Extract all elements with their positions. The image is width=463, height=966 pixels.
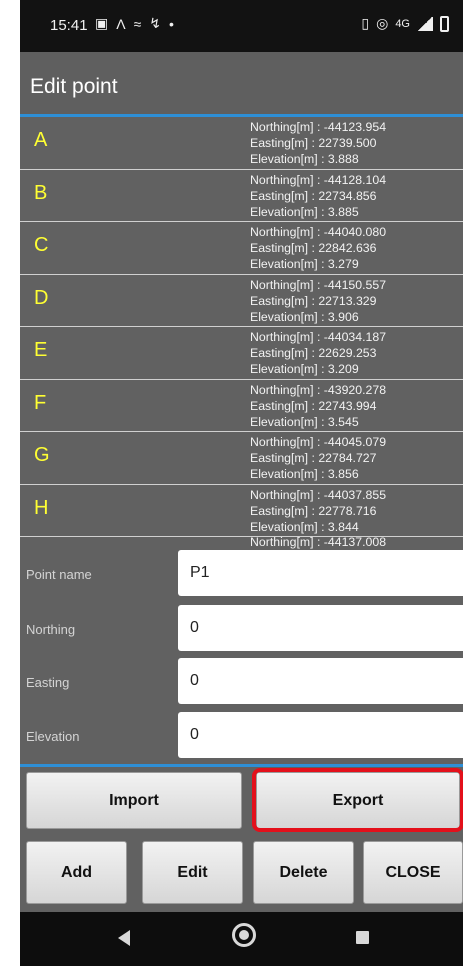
northing-text: Northing[m] : -44123.954 xyxy=(250,120,387,134)
point-row-f[interactable]: F Northing[m] : -43920.278 Easting[m] : … xyxy=(20,380,463,432)
easting-text: Easting[m] : 22743.994 xyxy=(250,398,377,413)
easting-row: Easting xyxy=(20,658,463,706)
status-time: 15:41 xyxy=(50,17,88,34)
point-row-g[interactable]: G Northing[m] : -44045.079 Easting[m] : … xyxy=(20,432,463,485)
point-coordinates: Northing[m] : -44128.104 Easting[m] : 22… xyxy=(250,172,386,221)
northing-text: Northing[m] : -44128.104 xyxy=(250,172,387,187)
elevation-text: Elevation[m] : 3.856 xyxy=(250,467,359,482)
point-row-b[interactable]: B Northing[m] : -44128.104 Easting[m] : … xyxy=(20,170,463,222)
hotspot-icon: ◎ xyxy=(376,15,389,31)
add-button[interactable]: Add xyxy=(26,841,127,904)
cell-signal-icon xyxy=(417,16,433,31)
northing-label: Northing xyxy=(26,622,76,637)
system-icons: ▯ ◎ 4G xyxy=(361,15,449,32)
northing-text: Northing[m] : -44037.855 xyxy=(250,487,387,502)
point-name: B xyxy=(34,181,48,204)
notification-icons: ▣ Λ ≈ ↯ • xyxy=(95,15,174,32)
northing-text: Northing[m] : -44040.080 xyxy=(250,225,387,239)
point-row-e[interactable]: E Northing[m] : -44034.187 Easting[m] : … xyxy=(20,327,463,380)
dot-icon: • xyxy=(169,15,174,32)
northing-text: Northing[m] : -44137.008 xyxy=(250,535,387,549)
edit-button[interactable]: Edit xyxy=(142,841,243,904)
elevation-text: Elevation[m] : 3.888 xyxy=(250,152,359,167)
point-name-input[interactable] xyxy=(178,550,463,596)
home-icon[interactable] xyxy=(232,923,256,947)
battery-icon xyxy=(440,15,449,32)
point-row-partial[interactable]: Northing[m] : -44137.008 xyxy=(20,535,463,550)
point-name-label: Point name xyxy=(26,567,92,582)
point-coordinates: Northing[m] : -44123.954 Easting[m] : 22… xyxy=(250,119,386,168)
status-bar: 15:41 ▣ Λ ≈ ↯ • ▯ ◎ 4G xyxy=(20,0,463,52)
point-coordinates: Northing[m] : -44034.187 Easting[m] : 22… xyxy=(250,329,386,378)
easting-text: Easting[m] : 22629.253 xyxy=(250,346,377,361)
import-button[interactable]: Import xyxy=(26,772,242,829)
point-coordinates: Northing[m] : -44045.079 Easting[m] : 22… xyxy=(250,434,386,483)
point-name: F xyxy=(34,391,47,414)
elevation-text: Elevation[m] : 3.279 xyxy=(250,257,359,272)
edit-point-dialog: Edit point A Northing[m] : -44123.954 Ea… xyxy=(20,52,463,912)
point-row-d[interactable]: D Northing[m] : -44150.557 Easting[m] : … xyxy=(20,275,463,327)
elevation-text: Elevation[m] : 3.885 xyxy=(250,204,359,219)
point-row-h[interactable]: H Northing[m] : -44037.855 Easting[m] : … xyxy=(20,485,463,537)
point-name: G xyxy=(34,444,50,466)
network-label: 4G xyxy=(395,17,410,30)
easting-text: Easting[m] : 22713.329 xyxy=(250,293,377,308)
point-name: C xyxy=(34,234,49,256)
northing-text: Northing[m] : -44045.079 xyxy=(250,435,387,449)
northing-row: Northing xyxy=(20,605,463,653)
northing-text: Northing[m] : -43920.278 xyxy=(250,382,387,397)
easting-input[interactable] xyxy=(178,658,463,704)
back-icon[interactable] xyxy=(118,930,130,946)
point-coordinates: Northing[m] : -44150.557 Easting[m] : 22… xyxy=(250,277,386,326)
point-coordinates: Northing[m] : -44037.855 Easting[m] : 22… xyxy=(250,487,386,536)
point-coordinates: Northing[m] : -43920.278 Easting[m] : 22… xyxy=(250,382,386,431)
easting-text: Easting[m] : 22734.856 xyxy=(250,188,377,203)
point-form: Point name Northing Easting Elevation xyxy=(20,550,463,765)
northing-text: Northing[m] : -44034.187 xyxy=(250,330,387,344)
point-row-c[interactable]: C Northing[m] : -44040.080 Easting[m] : … xyxy=(20,222,463,275)
recents-icon[interactable] xyxy=(356,931,369,944)
easting-text: Easting[m] : 22842.636 xyxy=(250,241,377,256)
easting-text: Easting[m] : 22784.727 xyxy=(250,451,377,466)
elevation-text: Elevation[m] : 3.545 xyxy=(250,414,359,429)
buttons-divider xyxy=(20,764,463,767)
dialog-title: Edit point xyxy=(20,52,463,114)
point-name: E xyxy=(34,339,48,361)
vibrate-icon: ▯ xyxy=(361,15,370,31)
easting-text: Easting[m] : 22778.716 xyxy=(250,503,377,518)
elevation-text: Elevation[m] : 3.209 xyxy=(250,362,359,377)
delete-button[interactable]: Delete xyxy=(253,841,354,904)
phone-screen: 15:41 ▣ Λ ≈ ↯ • ▯ ◎ 4G Edit point A Nort… xyxy=(20,0,463,966)
point-name: A xyxy=(34,129,48,151)
point-name: H xyxy=(34,496,49,519)
gallery-icon: ▣ xyxy=(95,15,109,31)
point-coordinates: Northing[m] : -44040.080 Easting[m] : 22… xyxy=(250,224,386,273)
navigation-bar xyxy=(20,912,463,966)
point-name: D xyxy=(34,286,49,309)
export-button[interactable]: Export xyxy=(256,772,460,829)
maps-icon: Λ xyxy=(116,15,126,32)
elevation-input[interactable] xyxy=(178,712,463,758)
elevation-text: Elevation[m] : 3.844 xyxy=(250,519,359,534)
elevation-label: Elevation xyxy=(26,729,80,744)
northing-input[interactable] xyxy=(178,605,463,651)
point-row-a[interactable]: A Northing[m] : -44123.954 Easting[m] : … xyxy=(20,117,463,170)
elevation-row: Elevation xyxy=(20,712,463,760)
easting-text: Easting[m] : 22739.500 xyxy=(250,136,377,151)
chart-icon: ≈ xyxy=(133,15,142,32)
point-list[interactable]: A Northing[m] : -44123.954 Easting[m] : … xyxy=(20,117,463,550)
signal-strength-icon: ↯ xyxy=(149,15,162,31)
easting-label: Easting xyxy=(26,675,70,690)
point-name-row: Point name xyxy=(20,550,463,598)
elevation-text: Elevation[m] : 3.906 xyxy=(250,309,359,324)
close-button[interactable]: CLOSE xyxy=(363,841,463,904)
northing-text: Northing[m] : -44150.557 xyxy=(250,277,387,292)
